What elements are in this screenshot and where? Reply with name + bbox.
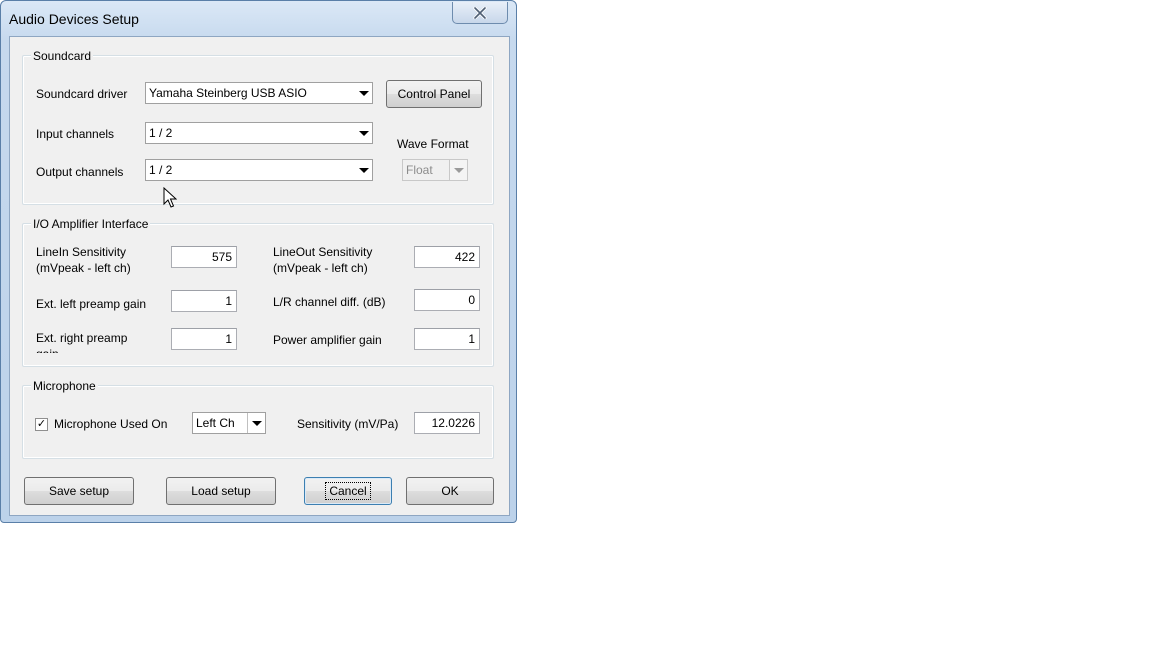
chevron-down-icon[interactable]: [355, 83, 372, 103]
chevron-down-icon[interactable]: [355, 123, 372, 143]
dialog-client-area: Soundcard Soundcard driver Yamaha Steinb…: [9, 36, 510, 516]
left-preamp-gain-input[interactable]: 1: [171, 290, 237, 312]
ok-button[interactable]: OK: [406, 477, 494, 505]
power-amplifier-gain-input[interactable]: 1: [414, 328, 480, 350]
microphone-legend: Microphone: [31, 379, 98, 393]
control-panel-button[interactable]: Control Panel: [386, 80, 482, 108]
input-channels-label: Input channels: [36, 127, 115, 141]
microphone-channel-select[interactable]: Left Ch: [192, 412, 266, 434]
io-amplifier-legend: I/O Amplifier Interface: [31, 217, 151, 231]
lineout-sensitivity-unit-label: (mVpeak - left ch): [273, 261, 368, 275]
window-title: Audio Devices Setup: [9, 11, 139, 27]
soundcard-legend: Soundcard: [31, 49, 94, 63]
title-bar[interactable]: Audio Devices Setup: [1, 1, 516, 35]
chevron-down-icon[interactable]: [449, 160, 467, 180]
input-channels-value: 1 / 2: [149, 126, 173, 140]
soundcard-driver-select[interactable]: Yamaha Steinberg USB ASIO: [145, 82, 373, 104]
audio-devices-setup-window: Audio Devices Setup Soundcard Soundcard …: [0, 0, 517, 523]
soundcard-driver-label: Soundcard driver: [36, 87, 128, 101]
close-button[interactable]: [452, 2, 508, 24]
chevron-down-icon[interactable]: [355, 160, 372, 180]
linein-sensitivity-label: LineIn Sensitivity: [36, 245, 127, 259]
cancel-label: Cancel: [325, 482, 371, 500]
soundcard-driver-value: Yamaha Steinberg USB ASIO: [149, 86, 307, 100]
wave-format-value: Float: [406, 163, 433, 177]
microphone-channel-value: Left Ch: [196, 416, 235, 430]
input-channels-select[interactable]: 1 / 2: [145, 122, 373, 144]
output-channels-select[interactable]: 1 / 2: [145, 159, 373, 181]
output-channels-value: 1 / 2: [149, 163, 173, 177]
mouse-cursor-icon: [163, 187, 177, 208]
chevron-down-icon[interactable]: [247, 413, 265, 433]
save-setup-button[interactable]: Save setup: [24, 477, 134, 505]
power-amplifier-gain-label: Power amplifier gain: [273, 333, 382, 347]
microphone-used-checkbox[interactable]: ✓: [35, 418, 48, 431]
lr-channel-diff-input[interactable]: 0: [414, 289, 480, 311]
control-panel-label: Control Panel: [397, 87, 471, 101]
ok-label: OK: [441, 484, 459, 498]
save-setup-label: Save setup: [48, 484, 110, 498]
lr-channel-diff-label: L/R channel diff. (dB): [273, 295, 386, 309]
right-preamp-label-clip: Ext. right preamp gain: [36, 331, 166, 353]
microphone-used-on-label[interactable]: Microphone Used On: [54, 417, 167, 431]
lineout-sensitivity-input[interactable]: 422: [414, 246, 480, 268]
load-setup-button[interactable]: Load setup: [166, 477, 276, 505]
wave-format-select[interactable]: Float: [402, 159, 468, 181]
output-channels-label: Output channels: [36, 165, 124, 179]
lineout-sensitivity-label: LineOut Sensitivity: [273, 245, 373, 259]
linein-sensitivity-input[interactable]: 575: [171, 246, 237, 268]
wave-format-label: Wave Format: [397, 137, 469, 151]
right-preamp-gain-label-wrap: gain: [36, 347, 59, 353]
microphone-sensitivity-input[interactable]: 12.0226: [414, 412, 480, 434]
load-setup-label: Load setup: [191, 484, 251, 498]
close-icon: [473, 6, 487, 19]
right-preamp-gain-label: Ext. right preamp: [36, 331, 128, 345]
microphone-sensitivity-label: Sensitivity (mV/Pa): [297, 417, 399, 431]
right-preamp-gain-input[interactable]: 1: [171, 328, 237, 350]
linein-sensitivity-unit-label: (mVpeak - left ch): [36, 261, 131, 275]
cancel-button[interactable]: Cancel: [304, 477, 392, 505]
left-preamp-gain-label: Ext. left preamp gain: [36, 297, 147, 311]
